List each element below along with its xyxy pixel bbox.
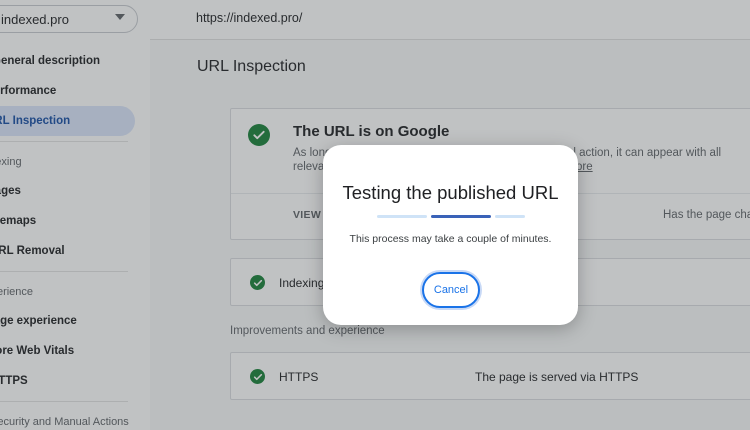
cancel-button[interactable]: Cancel [422,272,480,308]
dialog-title: Testing the published URL [342,182,559,203]
progress-indicator [431,215,491,218]
progress-track-right [495,215,525,218]
testing-dialog: Testing the published URL This process m… [323,145,578,325]
dialog-message: This process may take a couple of minute… [349,233,552,245]
indeterminate-progress-bar [377,215,525,218]
progress-track-left [377,215,427,218]
app-window: indexed.pro General description Performa… [0,0,750,430]
